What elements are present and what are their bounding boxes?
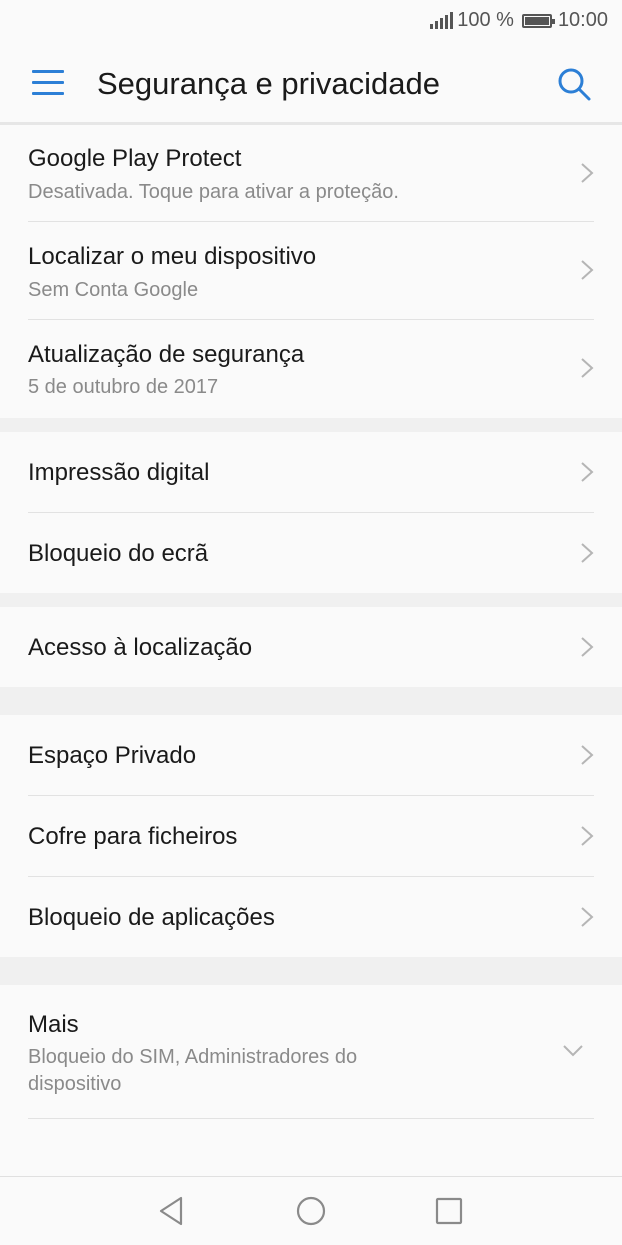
- list-item-location-access[interactable]: Acesso à localização: [0, 607, 622, 687]
- section-gap: [0, 687, 622, 715]
- chevron-right-icon: [581, 163, 594, 183]
- chevron-right-icon: [581, 462, 594, 482]
- list-item-find-device[interactable]: Localizar o meu dispositivo Sem Conta Go…: [0, 222, 622, 320]
- item-subtitle: Desativada. Toque para ativar a proteção…: [28, 181, 399, 203]
- clock: 10:00: [557, 9, 608, 31]
- item-label: Cofre para ficheiros: [28, 823, 238, 850]
- system-nav-bar: [0, 1176, 622, 1245]
- item-label: Localizar o meu dispositivo: [28, 243, 317, 270]
- settings-group-privacy: Espaço Privado Cofre para ficheiros Bloq…: [0, 715, 622, 957]
- home-circle-icon[interactable]: [293, 1193, 329, 1229]
- chevron-right-icon: [581, 907, 594, 927]
- list-item-screen-lock[interactable]: Bloqueio do ecrã: [0, 513, 622, 593]
- list-item-more[interactable]: Mais Bloqueio do SIM, Administradores do…: [0, 985, 622, 1118]
- battery-percentage: 100 %: [457, 9, 514, 31]
- list-item-private-space[interactable]: Espaço Privado: [0, 715, 622, 795]
- item-label: Mais: [28, 1011, 79, 1038]
- signal-icon: [430, 12, 454, 29]
- settings-group-location: Acesso à localização: [0, 607, 622, 687]
- item-label: Bloqueio do ecrã: [28, 540, 209, 567]
- settings-group-more: Mais Bloqueio do SIM, Administradores do…: [0, 985, 622, 1176]
- item-label: Bloqueio de aplicações: [28, 904, 275, 931]
- divider: [28, 1118, 594, 1119]
- recents-square-icon[interactable]: [431, 1193, 467, 1229]
- item-label: Atualização de segurança: [28, 341, 305, 368]
- hamburger-menu-icon[interactable]: [32, 70, 64, 96]
- chevron-right-icon: [581, 745, 594, 765]
- chevron-right-icon: [581, 260, 594, 280]
- chevron-right-icon: [581, 543, 594, 563]
- chevron-right-icon: [581, 637, 594, 657]
- app-bar: Segurança e privacidade: [0, 44, 622, 125]
- list-item-security-update[interactable]: Atualização de segurança 5 de outubro de…: [0, 320, 622, 418]
- back-triangle-icon[interactable]: [154, 1193, 190, 1229]
- item-subtitle: Sem Conta Google: [28, 279, 199, 301]
- list-item-app-lock[interactable]: Bloqueio de aplicações: [0, 877, 622, 957]
- item-subtitle-line2: dispositivo: [28, 1073, 122, 1095]
- section-gap: [0, 418, 622, 432]
- status-icons: 100 % 10:00: [430, 9, 608, 32]
- settings-group-security: Google Play Protect Desativada. Toque pa…: [0, 125, 622, 418]
- battery-icon: [521, 13, 555, 28]
- status-bar: 100 % 10:00: [0, 0, 622, 44]
- chevron-right-icon: [581, 358, 594, 378]
- item-label: Impressão digital: [28, 459, 210, 486]
- item-label: Acesso à localização: [28, 634, 253, 661]
- page-title: Segurança e privacidade: [97, 66, 440, 101]
- item-label: Google Play Protect: [28, 145, 242, 172]
- search-icon[interactable]: [556, 66, 592, 102]
- list-item-fingerprint[interactable]: Impressão digital: [0, 432, 622, 512]
- list-item-file-safe[interactable]: Cofre para ficheiros: [0, 796, 622, 876]
- settings-group-unlock: Impressão digital Bloqueio do ecrã: [0, 432, 622, 593]
- item-label: Espaço Privado: [28, 742, 197, 769]
- chevron-right-icon: [581, 826, 594, 846]
- section-gap: [0, 593, 622, 607]
- section-gap: [0, 957, 622, 985]
- item-subtitle: 5 de outubro de 2017: [28, 376, 219, 398]
- chevron-down-icon[interactable]: [562, 1044, 584, 1058]
- item-subtitle-line1: Bloqueio do SIM, Administradores do: [28, 1046, 358, 1068]
- list-item-google-play-protect[interactable]: Google Play Protect Desativada. Toque pa…: [0, 125, 622, 221]
